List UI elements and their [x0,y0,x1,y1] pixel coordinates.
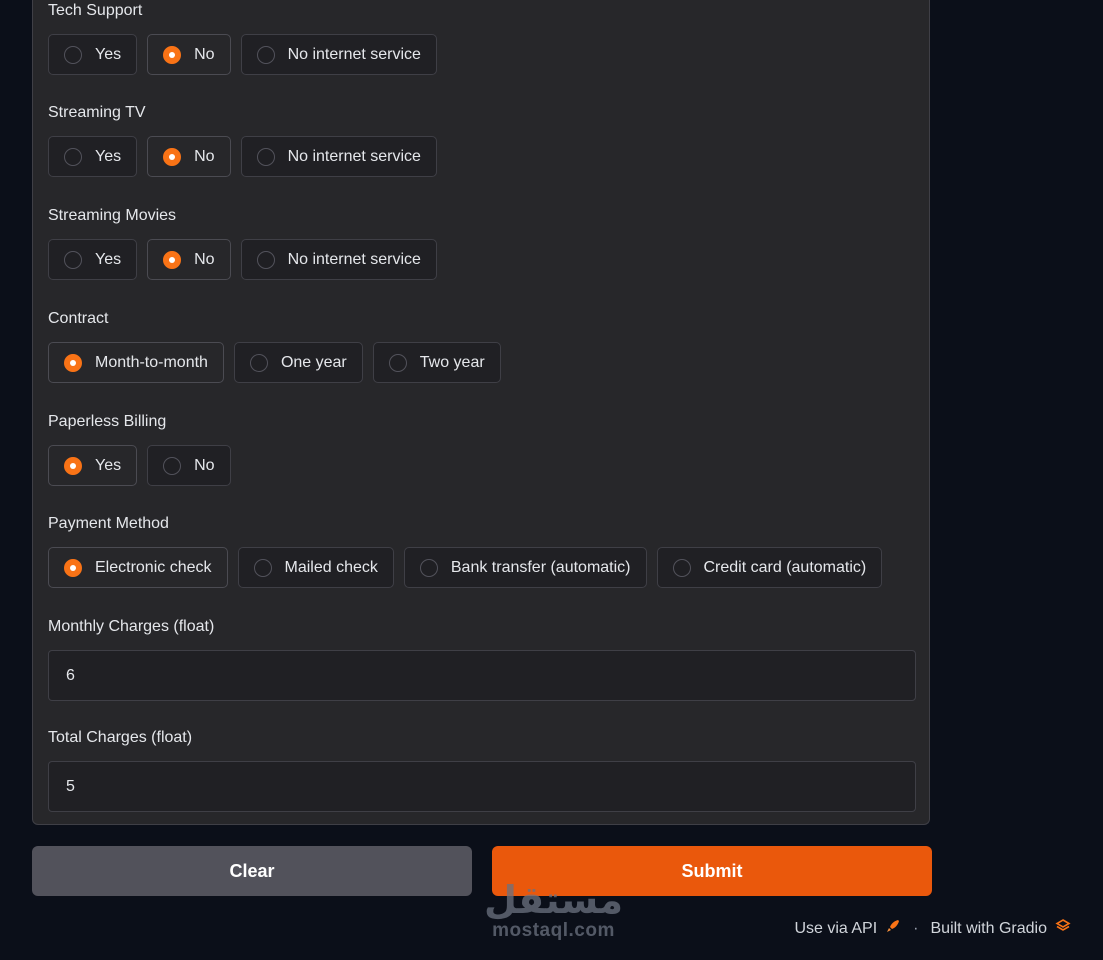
radio-unchecked-icon[interactable] [249,353,268,372]
radio-group: Month-to-month One year Two year [48,342,501,383]
built-with-gradio-label: Built with Gradio [930,919,1048,937]
field-label: Streaming TV [48,104,146,121]
radio-option[interactable]: Mailed check [237,547,394,588]
radio-option-label: Credit card (automatic) [703,558,867,576]
field-contract: Contract Month-to-month One year Two year [48,309,501,383]
radio-option[interactable]: No [147,239,231,280]
radio-unchecked-icon[interactable] [163,456,182,475]
radio-checked-icon[interactable] [163,45,182,64]
radio-unchecked-icon[interactable] [419,558,438,577]
radio-checked-icon[interactable] [163,147,182,166]
radio-checked-icon[interactable] [163,250,182,269]
radio-unchecked-icon[interactable] [256,250,275,269]
radio-unchecked-icon[interactable] [64,45,82,64]
radio-group: Yes No [48,445,231,486]
radio-option-label: Two year [419,353,485,371]
radio-option[interactable]: One year [233,342,363,383]
radio-option[interactable]: No internet service [240,239,437,280]
radio-option[interactable]: Credit card (automatic) [656,547,883,588]
total-charges-input[interactable] [48,761,916,812]
radio-option-label: No [194,147,215,165]
radio-unchecked-icon[interactable] [256,45,275,64]
radio-unchecked-icon[interactable] [64,147,82,166]
radio-option[interactable]: Two year [372,342,501,383]
built-with-gradio-link[interactable]: Built with Gradio [931,918,1072,939]
radio-unchecked-icon[interactable] [256,147,275,166]
clear-button[interactable]: Clear [32,846,472,896]
radio-option-label: No internet service [287,250,421,268]
radio-option[interactable]: Yes [48,136,138,177]
radio-option[interactable]: Yes [48,239,138,280]
radio-unchecked-icon[interactable] [253,558,272,577]
radio-option[interactable]: No [147,445,231,486]
footer-separator: · [913,919,919,937]
watermark: مستقل mostaql.com [484,880,623,942]
field-total-charges: Total Charges (float) [48,728,916,812]
rocket-icon [885,918,901,939]
radio-option[interactable]: No internet service [240,136,437,177]
radio-option-label: No internet service [287,147,421,165]
radio-group: Electronic check Mailed check Bank transfe… [48,547,883,588]
radio-option[interactable]: No [147,136,231,177]
watermark-arabic: مستقل [484,878,623,922]
radio-option[interactable]: Bank transfer (automatic) [403,547,647,588]
field-label: Tech Support [48,2,143,19]
radio-option-label: One year [280,353,347,371]
radio-option-label: Month-to-month [95,353,208,371]
radio-option-label: No [194,456,215,474]
field-label: Payment Method [48,515,169,532]
radio-unchecked-icon[interactable] [64,250,82,269]
footer: Use via API · Built with Gradio [794,918,1071,939]
radio-option-label: Yes [95,456,122,474]
radio-checked-icon[interactable] [64,456,82,475]
radio-option-label: No internet service [287,45,421,63]
radio-group: Yes No No internet service [48,136,437,177]
radio-option-label: Bank transfer (automatic) [450,558,631,576]
radio-option[interactable]: Yes [48,34,138,75]
monthly-charges-input[interactable] [48,650,916,701]
radio-checked-icon[interactable] [64,353,82,372]
field-streaming-tv: Streaming TV Yes No No internet service [48,103,437,177]
field-monthly-charges: Monthly Charges (float) [48,617,916,701]
radio-checked-icon[interactable] [64,558,82,577]
radio-option-label: No [194,45,215,63]
radio-option[interactable]: No [147,34,231,75]
radio-option-label: Mailed check [284,558,378,576]
radio-group: Yes No No internet service [48,239,437,280]
field-label: Monthly Charges (float) [48,618,215,635]
radio-option-label: Yes [95,45,122,63]
field-paperless-billing: Paperless Billing Yes No [48,412,231,486]
field-payment-method: Payment Method Electronic check Mailed ch… [48,514,883,588]
radio-unchecked-icon[interactable] [672,558,691,577]
radio-option-label: Electronic check [95,558,212,576]
form-panel: Tech Support Yes No No internet service St… [32,0,930,825]
radio-option[interactable]: Month-to-month [48,342,224,383]
radio-option-label: No [194,250,215,268]
use-via-api-label: Use via API [794,919,878,937]
field-label: Streaming Movies [48,207,177,224]
radio-group: Yes No No internet service [48,34,437,75]
field-label: Contract [48,310,109,327]
use-via-api-link[interactable]: Use via API [794,918,901,939]
field-streaming-movies: Streaming Movies Yes No No internet servic… [48,206,437,280]
radio-option[interactable]: Yes [48,445,138,486]
field-tech-support: Tech Support Yes No No internet service [48,1,437,75]
radio-option-label: Yes [95,250,122,268]
field-label: Total Charges (float) [48,729,193,746]
field-label: Paperless Billing [48,413,167,430]
radio-unchecked-icon[interactable] [388,353,407,372]
radio-option[interactable]: No internet service [240,34,437,75]
watermark-latin: mostaql.com [492,920,615,941]
gradio-logo-icon [1055,918,1071,939]
radio-option[interactable]: Electronic check [48,547,228,588]
radio-option-label: Yes [95,147,122,165]
